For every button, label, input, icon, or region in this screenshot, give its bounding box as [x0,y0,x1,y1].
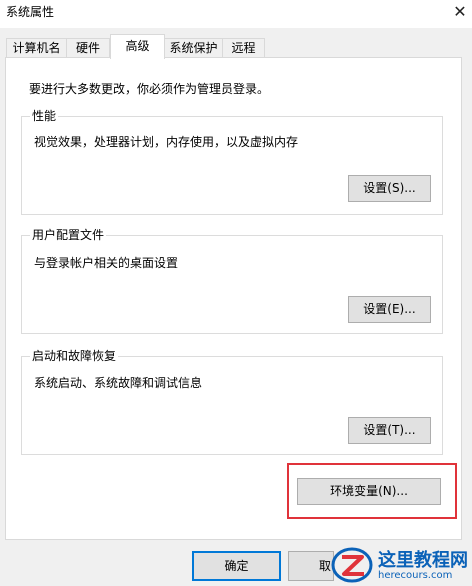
ok-button[interactable]: 确定 [192,551,281,581]
tab-remote[interactable]: 远程 [222,38,265,58]
startup-recovery-settings-button[interactable]: 设置(T)... [348,417,431,444]
title-bar: 系统属性 ✕ [0,0,472,28]
cancel-button[interactable]: 取 [288,551,334,581]
tab-strip: 计算机名 硬件 高级 系统保护 远程 [0,34,472,59]
startup-recovery-description: 系统启动、系统故障和调试信息 [34,376,203,390]
performance-description: 视觉效果，处理器计划，内存使用，以及虚拟内存 [34,135,299,149]
performance-settings-button[interactable]: 设置(S)... [348,175,431,202]
close-icon[interactable]: ✕ [448,0,472,24]
user-profiles-settings-button[interactable]: 设置(E)... [348,296,431,323]
watermark-title: 这里教程网 [378,550,468,571]
watermark: 这里教程网 herecours.com [330,543,472,586]
startup-recovery-title: 启动和故障恢复 [30,348,119,364]
tab-system-protection[interactable]: 系统保护 [164,38,223,58]
admin-notice: 要进行大多数更改，你必须作为管理员登录。 [29,82,270,96]
tab-advanced[interactable]: 高级 [110,34,165,59]
tab-computer-name[interactable]: 计算机名 [6,38,67,58]
user-profiles-title: 用户配置文件 [30,227,107,243]
watermark-logo-icon [331,547,373,583]
window-title: 系统属性 [6,5,55,19]
tab-hardware[interactable]: 硬件 [66,38,110,58]
performance-title: 性能 [30,108,59,124]
user-profiles-description: 与登录帐户相关的桌面设置 [34,256,179,270]
watermark-url: herecours.com [378,570,453,581]
highlight-box [287,463,457,519]
